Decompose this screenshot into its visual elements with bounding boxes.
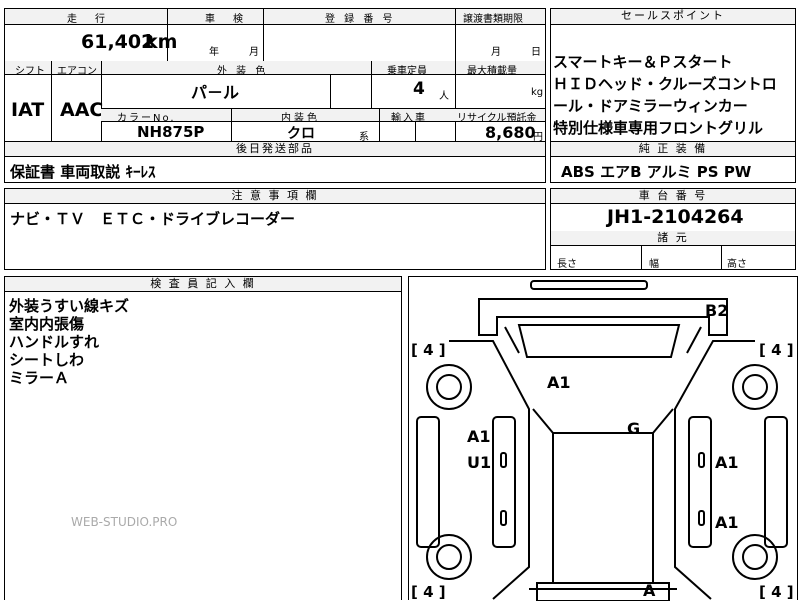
tire-mark-front-right: [ 4 ] <box>759 583 794 601</box>
capacity-unit: 人 <box>439 91 449 102</box>
chassis-number: JH1-2104264 <box>607 206 744 228</box>
notes-header: 注 意 事 項 欄 <box>5 189 545 204</box>
shift-header: シフト <box>15 66 45 77</box>
aircon-value: AAC <box>60 99 104 121</box>
capacity-value: 4 <box>413 79 425 99</box>
watermark: WEB-STUDIO.PRO <box>71 515 178 529</box>
tire-mark-rear-right: [ 4 ] <box>759 341 794 359</box>
color-no-value: NH875P <box>137 123 205 141</box>
recycle-value: 8,680 <box>485 123 536 142</box>
exterior-color-header: 外 装 色 <box>217 66 269 77</box>
mileage-unit: km <box>145 31 178 53</box>
shift-value: IAT <box>11 99 45 121</box>
damage-mark-rear-bumper: B2 <box>705 301 729 320</box>
later-items-value: 保証書 車両取説 ｷｰﾚｽ <box>10 163 156 181</box>
damage-mark-right-door-rear: A1 <box>715 453 739 472</box>
inspection-month: 月 <box>249 47 259 58</box>
interior-color-value: クロ <box>287 126 315 142</box>
aircon-header: エアコン <box>57 66 97 77</box>
notes-box: 注 意 事 項 欄 ナビ・ＴＶ ＥＴＣ・ドライブレコーダー <box>4 188 546 270</box>
registration-header: 登 録 番 号 <box>325 14 396 25</box>
tire-mark-rear-left: [ 4 ] <box>411 341 446 359</box>
interior-color-header: 内装色 <box>281 113 320 124</box>
transfer-day: 日 <box>531 47 541 58</box>
mileage-value: 61,402 <box>81 31 155 53</box>
later-items-header: 後日発送部品 <box>5 142 545 157</box>
recycle-header: リサイクル預託金 <box>457 113 537 124</box>
damage-mark-left-door-rear-1: A1 <box>467 427 491 446</box>
chassis-header: 車 台 番 号 <box>551 189 795 204</box>
load-unit: kg <box>531 87 544 98</box>
capacity-header: 乗車定員 <box>387 66 427 77</box>
color-no-header: カラーNo. <box>117 113 176 124</box>
sales-point-1: スマートキー＆Ｐスタート <box>553 53 733 71</box>
max-load-header: 最大積載量 <box>467 66 517 77</box>
inspector-header: 検 査 員 記 入 欄 <box>5 277 401 292</box>
damage-mark-roof: G <box>627 419 641 438</box>
transfer-deadline-header: 譲渡書類期限 <box>463 14 523 25</box>
tire-mark-front-left: [ 4 ] <box>411 583 446 601</box>
dims-header: 諸 元 <box>551 231 795 246</box>
car-diagram-box: [ 4 ] [ 4 ] [ 4 ] [ 4 ] B2 A1 G A1 U1 A1… <box>408 276 798 601</box>
sales-point-4: 特別仕様車専用フロントグリル <box>553 119 764 137</box>
sales-points-header: セールスポイント <box>551 9 795 25</box>
damage-mark-left-door-rear-2: U1 <box>467 453 492 472</box>
later-items-box: 後日発送部品 保証書 車両取説 ｷｰﾚｽ <box>4 141 546 183</box>
sales-points-box: セールスポイント スマートキー＆Ｐスタート ＨＩＤヘッド・クルーズコントロ ール… <box>550 8 796 142</box>
damage-mark-front-bumper: A <box>643 581 656 600</box>
dims-height: 高さ <box>727 259 747 270</box>
mileage-header: 走 行 <box>67 14 109 25</box>
damage-mark-rear-window: A1 <box>547 373 571 392</box>
notes-value: ナビ・ＴＶ ＥＴＣ・ドライブレコーダー <box>10 210 296 228</box>
sales-point-3: ール・ドアミラーウィンカー <box>553 97 748 115</box>
dims-length: 長さ <box>557 259 577 270</box>
import-header: 輸入車 <box>391 113 427 124</box>
exterior-color-value: パ－ル <box>191 83 240 102</box>
damage-mark-right-door-front: A1 <box>715 513 739 532</box>
inspection-year: 年 <box>209 47 219 58</box>
chassis-box: 車 台 番 号 JH1-2104264 諸 元 長さ 幅 高さ <box>550 188 796 270</box>
equipment-header: 純 正 装 備 <box>551 142 795 157</box>
inspector-line-5: ミラーＡ <box>9 369 70 387</box>
equipment-value: ABS エアB アルミ PS PW <box>561 163 752 181</box>
inspector-box: 検 査 員 記 入 欄 外装うすい線キズ 室内内張傷 ハンドルすれ シートしわ … <box>4 276 402 600</box>
vehicle-info-table: 走 行 車 検 登 録 番 号 譲渡書類期限 61,402 km 年 月 月 日… <box>4 8 546 143</box>
equipment-box: 純 正 装 備 ABS エアB アルミ PS PW <box>550 141 796 183</box>
dims-width: 幅 <box>649 259 659 270</box>
inspection-header: 車 検 <box>205 14 247 25</box>
transfer-month: 月 <box>491 47 501 58</box>
sales-point-2: ＨＩＤヘッド・クルーズコントロ <box>553 75 777 93</box>
